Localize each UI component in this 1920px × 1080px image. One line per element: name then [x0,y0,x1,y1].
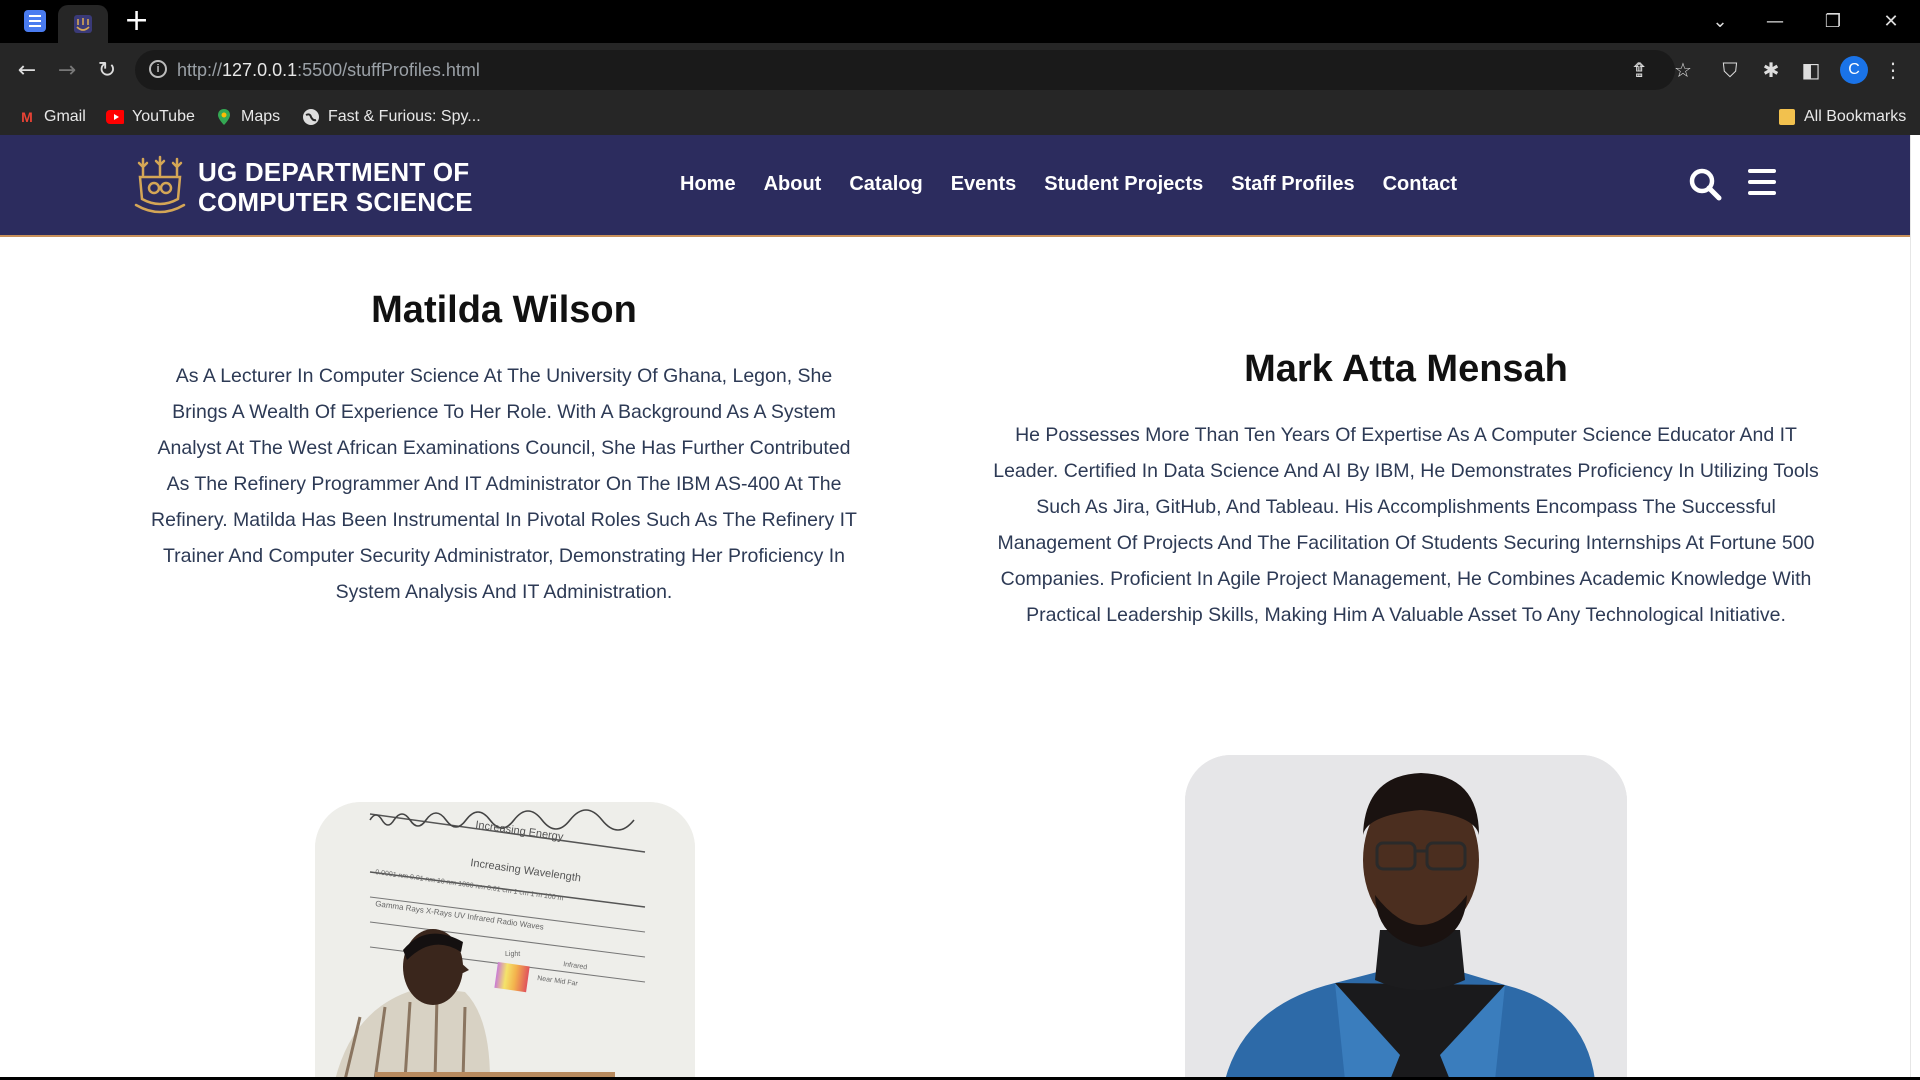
bookmark-star-icon[interactable]: ☆ [1670,57,1696,83]
bookmark-fast-furious[interactable]: Fast & Furious: Spy... [302,106,481,128]
photo-light-label: Light [505,951,520,958]
maps-icon [215,108,233,126]
url-text[interactable]: http://127.0.0.1:5500/stuffProfiles.html [177,60,480,81]
nav-staff-profiles[interactable]: Staff Profiles [1231,173,1354,196]
tab-search-icon[interactable]: ⌄ [1705,8,1735,34]
portrait-photo-image [1185,755,1627,1080]
docs-tab[interactable] [22,8,48,34]
bookmark-youtube[interactable]: YouTube [106,106,195,128]
bookmark-label: Maps [241,108,281,125]
ug-crest-icon [74,15,92,33]
site-title-line2: COMPUTER SCIENCE [198,187,473,217]
youtube-icon [106,108,124,126]
share-page-icon[interactable]: ⇪ [1627,57,1653,83]
restore-icon[interactable]: ❐ [1818,8,1848,34]
browser-tab-strip: + ⌄ — ❐ ✕ [0,0,1920,43]
profile-name: Matilda Wilson [371,289,637,331]
site-title[interactable]: UG DEPARTMENT OF COMPUTER SCIENCE [198,157,473,217]
shield-extension-icon[interactable]: ⛉ [1717,57,1743,83]
nav-student-projects[interactable]: Student Projects [1044,173,1203,196]
nav-contact[interactable]: Contact [1383,173,1457,196]
nav-about[interactable]: About [764,173,822,196]
address-bar[interactable]: i http://127.0.0.1:5500/stuffProfiles.ht… [135,50,1675,90]
nav-catalog[interactable]: Catalog [849,173,922,196]
profile-bio: He Possesses More Than Ten Years Of Expe… [993,424,1819,626]
hamburger-menu-icon[interactable] [1748,169,1776,195]
site-info-icon[interactable]: i [149,60,167,78]
scrollbar-track[interactable] [1910,135,1920,1080]
forward-button[interactable]: → [52,55,82,85]
profile-photo-matilda: Increasing Energy Increasing Wavelength … [315,802,695,1080]
search-icon[interactable] [1688,167,1722,201]
lecture-photo-image: Increasing Energy Increasing Wavelength … [315,802,695,1080]
profile-photo-mark [1185,755,1627,1080]
nav-events[interactable]: Events [951,173,1017,196]
active-tab[interactable] [58,5,108,43]
back-button[interactable]: ← [12,55,42,85]
reload-button[interactable]: ↻ [92,55,122,85]
ug-logo-icon[interactable] [133,155,187,217]
bookmark-maps[interactable]: Maps [215,106,280,128]
nav-home[interactable]: Home [680,173,736,196]
extensions-puzzle-icon[interactable]: ✱ [1758,57,1784,83]
minimize-icon[interactable]: — [1760,8,1790,34]
bookmark-label: Gmail [44,108,86,125]
all-bookmarks-label: All Bookmarks [1804,108,1907,125]
new-tab-button[interactable]: + [124,6,149,36]
bookmark-gmail[interactable]: M Gmail [18,106,86,128]
globe-icon [302,108,320,126]
profile-card-mark: Mark Atta Mensah He Possesses More Than … [988,348,1824,633]
side-panel-icon[interactable]: ◧ [1798,57,1824,83]
main-nav: Home About Catalog Events Student Projec… [680,173,1457,196]
bookmarks-bar: M Gmail YouTube Maps Fast & Furious: Spy… [0,98,1920,135]
bookmark-label: YouTube [132,108,195,125]
profile-name: Mark Atta Mensah [1244,348,1568,390]
profile-bio: As A Lecturer In Computer Science At The… [151,365,857,603]
folder-icon [1778,108,1796,126]
site-title-line1: UG DEPARTMENT OF [198,157,470,187]
gmail-icon: M [21,109,33,125]
browser-toolbar: ← → ↻ i http://127.0.0.1:5500/stuffProfi… [0,43,1920,98]
close-icon[interactable]: ✕ [1876,8,1906,34]
browser-menu-icon[interactable]: ⋮ [1880,57,1906,83]
docs-icon [24,10,46,32]
all-bookmarks-button[interactable]: All Bookmarks [1778,106,1906,128]
profile-avatar[interactable]: C [1840,56,1868,84]
site-header: UG DEPARTMENT OF COMPUTER SCIENCE Home A… [0,135,1910,237]
bookmark-label: Fast & Furious: Spy... [328,108,481,125]
profile-card-matilda: Matilda Wilson As A Lecturer In Computer… [148,289,860,610]
